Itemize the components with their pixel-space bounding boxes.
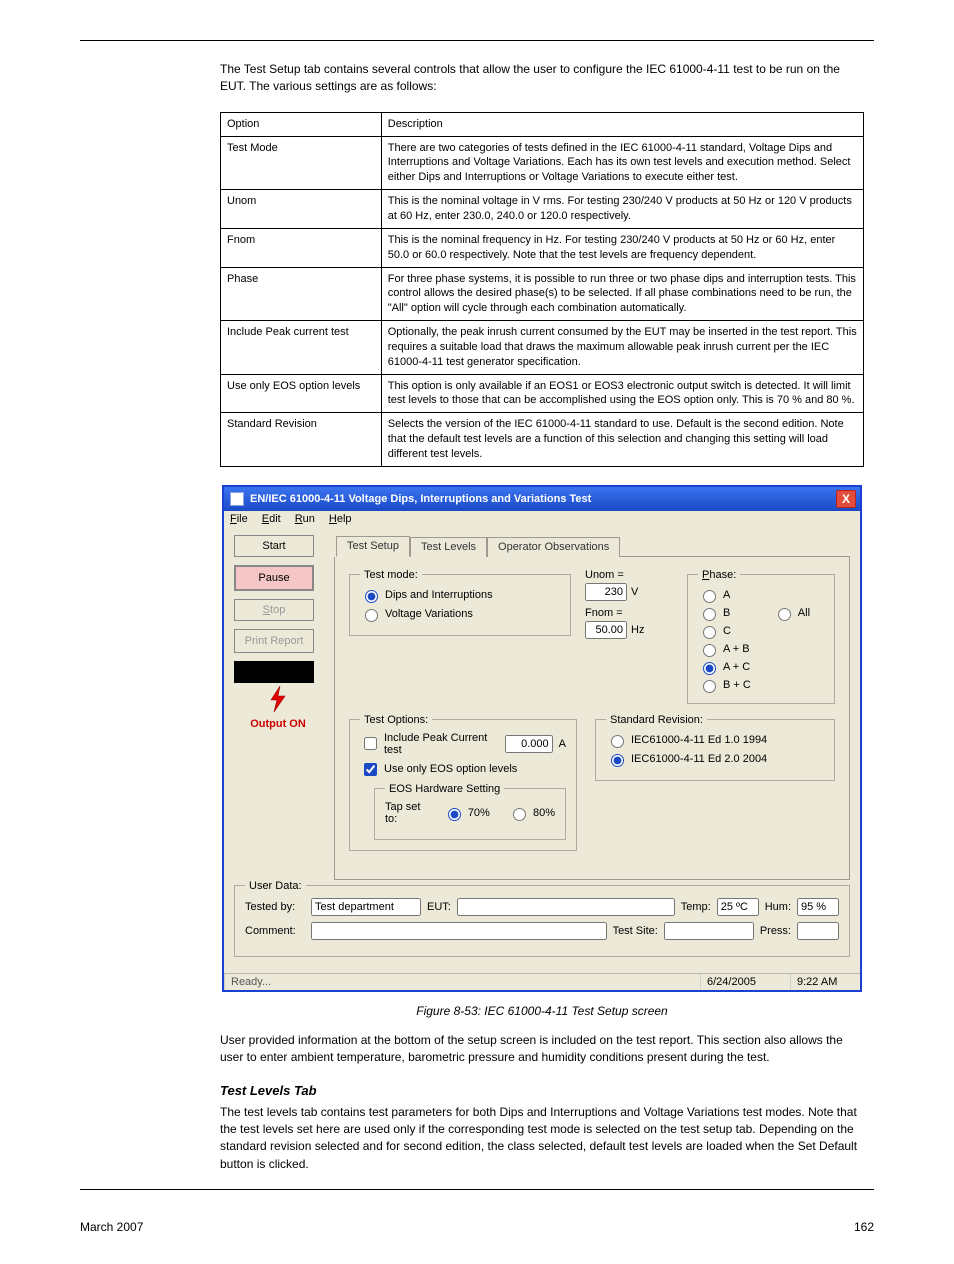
press-input[interactable] bbox=[797, 922, 839, 940]
table-cell: For three phase systems, it is possible … bbox=[381, 267, 863, 321]
radio-ed2[interactable]: IEC61000-4-11 Ed 2.0 2004 bbox=[606, 751, 767, 767]
th-desc: Description bbox=[381, 112, 863, 136]
radio-variations[interactable]: Voltage Variations bbox=[360, 606, 473, 622]
fieldset-options: Test Options: Include Peak Current test … bbox=[349, 714, 577, 851]
menubar: File Edit Run Help bbox=[224, 511, 860, 527]
section-heading: Test Levels Tab bbox=[220, 1083, 864, 1098]
figure-caption: Figure 8-53: IEC 61000-4-11 Test Setup s… bbox=[220, 1004, 864, 1018]
tap-label: Tap set to: bbox=[385, 801, 425, 825]
table-cell: Unom bbox=[221, 190, 382, 229]
label-eut: EUT: bbox=[427, 901, 451, 913]
stop-button[interactable]: Stop bbox=[234, 599, 314, 621]
paragraph: The Test Setup tab contains several cont… bbox=[220, 61, 864, 96]
table-cell: There are two categories of tests define… bbox=[381, 136, 863, 190]
output-on-label: Output ON bbox=[234, 718, 322, 730]
legend-options: Test Options: bbox=[360, 714, 432, 726]
paragraph: User provided information at the bottom … bbox=[220, 1032, 864, 1067]
legend-testmode: Test mode: bbox=[360, 569, 422, 581]
titlebar: EN/IEC 61000-4-11 Voltage Dips, Interrup… bbox=[224, 487, 860, 511]
label-site: Test Site: bbox=[613, 925, 658, 937]
check-eos[interactable]: Use only EOS option levels bbox=[360, 760, 517, 779]
menu-file[interactable]: File bbox=[230, 513, 248, 525]
radio-phase-c[interactable]: C bbox=[698, 623, 765, 639]
start-button[interactable]: Start bbox=[234, 535, 314, 557]
print-button[interactable]: Print Report bbox=[234, 629, 314, 653]
tab-bar: Test Setup Test Levels Operator Observat… bbox=[336, 535, 850, 557]
table-cell: This is the nominal voltage in V rms. Fo… bbox=[381, 190, 863, 229]
table-cell: Include Peak current test bbox=[221, 321, 382, 375]
table-cell: Standard Revision bbox=[221, 413, 382, 467]
close-icon[interactable]: X bbox=[836, 490, 856, 508]
label-press: Press: bbox=[760, 925, 791, 937]
radio-phase-bc[interactable]: B + C bbox=[698, 677, 765, 693]
fieldset-testmode: Test mode: Dips and Interruptions Voltag… bbox=[349, 569, 571, 636]
peak-unit: A bbox=[559, 738, 566, 750]
fieldset-phase: Phase: A B All C A + B A + C B + C bbox=[687, 569, 835, 704]
menu-run[interactable]: Run bbox=[295, 513, 315, 525]
peak-input[interactable] bbox=[505, 735, 553, 753]
status-date: 6/24/2005 bbox=[700, 974, 790, 990]
menu-help[interactable]: Help bbox=[329, 513, 352, 525]
temp-input[interactable] bbox=[717, 898, 759, 916]
radio-phase-a[interactable]: A bbox=[698, 587, 765, 603]
radio-ed1[interactable]: IEC61000-4-11 Ed 1.0 1994 bbox=[606, 732, 767, 748]
legend-std: Standard Revision: bbox=[606, 714, 707, 726]
status-ready: Ready... bbox=[224, 974, 700, 990]
tab-observations[interactable]: Operator Observations bbox=[487, 537, 620, 557]
fieldset-user: User Data: Tested by: EUT: Temp: Hum: Co… bbox=[234, 880, 850, 957]
voltage-display bbox=[234, 661, 314, 683]
table-cell: Use only EOS option levels bbox=[221, 374, 382, 413]
radio-phase-ac[interactable]: A + C bbox=[698, 659, 765, 675]
footer-left: March 2007 bbox=[80, 1220, 143, 1234]
tab-setup[interactable]: Test Setup bbox=[336, 536, 410, 557]
check-peak[interactable]: Include Peak Current test bbox=[360, 732, 499, 756]
table-cell: Phase bbox=[221, 267, 382, 321]
legend-phase: Phase: bbox=[698, 569, 740, 581]
fnom-input[interactable] bbox=[585, 621, 627, 639]
radio-tap-70[interactable]: 70% bbox=[443, 805, 490, 821]
fnom-unit: Hz bbox=[631, 624, 644, 636]
paragraph: The test levels tab contains test parame… bbox=[220, 1104, 864, 1174]
table-cell: Fnom bbox=[221, 228, 382, 267]
radio-tap-80[interactable]: 80% bbox=[508, 805, 555, 821]
table-cell: Test Mode bbox=[221, 136, 382, 190]
lightning-icon bbox=[266, 685, 290, 716]
fieldset-eos: EOS Hardware Setting Tap set to: 70% 80% bbox=[374, 783, 566, 840]
tested-input[interactable] bbox=[311, 898, 421, 916]
unom-label: Unom = bbox=[585, 569, 675, 581]
th-option: Option bbox=[221, 112, 382, 136]
status-time: 9:22 AM bbox=[790, 974, 860, 990]
table-cell: This option is only available if an EOS1… bbox=[381, 374, 863, 413]
tab-levels[interactable]: Test Levels bbox=[410, 537, 487, 557]
app-icon bbox=[230, 492, 244, 506]
footer-right: 162 bbox=[854, 1220, 874, 1234]
radio-phase-ab[interactable]: A + B bbox=[698, 641, 765, 657]
table-cell: This is the nominal frequency in Hz. For… bbox=[381, 228, 863, 267]
statusbar: Ready... 6/24/2005 9:22 AM bbox=[224, 973, 860, 990]
label-comment: Comment: bbox=[245, 925, 305, 937]
comment-input[interactable] bbox=[311, 922, 607, 940]
fnom-label: Fnom = bbox=[585, 607, 675, 619]
site-input[interactable] bbox=[664, 922, 754, 940]
window: EN/IEC 61000-4-11 Voltage Dips, Interrup… bbox=[222, 485, 862, 992]
pause-button[interactable]: Pause bbox=[234, 565, 314, 591]
legend-eos: EOS Hardware Setting bbox=[385, 783, 504, 795]
window-title: EN/IEC 61000-4-11 Voltage Dips, Interrup… bbox=[250, 493, 591, 505]
hum-input[interactable] bbox=[797, 898, 839, 916]
label-hum: Hum: bbox=[765, 901, 791, 913]
unom-input[interactable] bbox=[585, 583, 627, 601]
radio-dips[interactable]: Dips and Interruptions bbox=[360, 587, 493, 603]
unom-unit: V bbox=[631, 586, 638, 598]
menu-edit[interactable]: Edit bbox=[262, 513, 281, 525]
table-cell: Selects the version of the IEC 61000-4-1… bbox=[381, 413, 863, 467]
legend-user: User Data: bbox=[245, 880, 306, 892]
table-cell: Optionally, the peak inrush current cons… bbox=[381, 321, 863, 375]
radio-phase-b[interactable]: B bbox=[698, 605, 765, 621]
options-table: OptionDescription Test ModeThere are two… bbox=[220, 112, 864, 467]
label-tested: Tested by: bbox=[245, 901, 305, 913]
radio-phase-all[interactable]: All bbox=[773, 605, 824, 621]
label-temp: Temp: bbox=[681, 901, 711, 913]
fieldset-std: Standard Revision: IEC61000-4-11 Ed 1.0 … bbox=[595, 714, 835, 781]
eut-input[interactable] bbox=[457, 898, 675, 916]
